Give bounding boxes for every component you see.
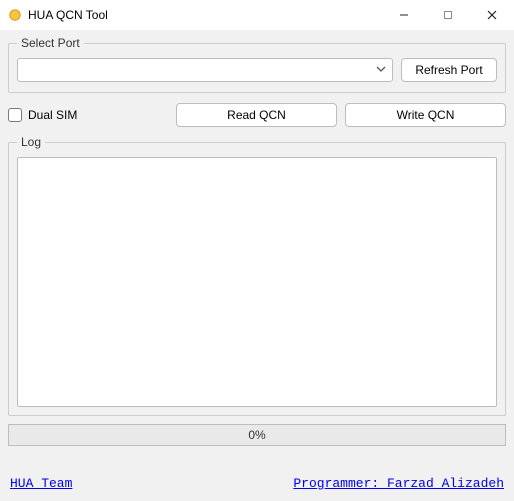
client-area: Select Port Refresh Port Dual SIM Read Q… <box>0 30 514 501</box>
write-qcn-label: Write QCN <box>397 108 455 122</box>
progress-text: 0% <box>248 428 265 442</box>
dual-sim-checkbox[interactable]: Dual SIM <box>8 108 168 122</box>
port-dropdown[interactable] <box>17 58 393 82</box>
footer: HUA Team Programmer: Farzad Alizadeh <box>8 476 506 491</box>
maximize-button[interactable] <box>426 0 470 30</box>
chevron-down-icon <box>376 63 386 77</box>
log-legend: Log <box>17 135 45 149</box>
port-row: Refresh Port <box>17 58 497 82</box>
app-icon <box>8 8 22 22</box>
dual-sim-label: Dual SIM <box>28 108 77 122</box>
programmer-link[interactable]: Programmer: Farzad Alizadeh <box>293 476 504 491</box>
read-qcn-label: Read QCN <box>227 108 286 122</box>
window-controls <box>382 0 514 30</box>
close-button[interactable] <box>470 0 514 30</box>
refresh-port-button[interactable]: Refresh Port <box>401 58 497 82</box>
window-title: HUA QCN Tool <box>28 8 382 22</box>
hua-team-link[interactable]: HUA Team <box>10 476 72 491</box>
actions-row: Dual SIM Read QCN Write QCN <box>8 103 506 127</box>
select-port-group: Select Port Refresh Port <box>8 36 506 93</box>
minimize-button[interactable] <box>382 0 426 30</box>
log-group: Log <box>8 135 506 416</box>
refresh-port-label: Refresh Port <box>415 63 482 77</box>
progress-bar: 0% <box>8 424 506 446</box>
read-qcn-button[interactable]: Read QCN <box>176 103 337 127</box>
log-textarea[interactable] <box>17 157 497 407</box>
write-qcn-button[interactable]: Write QCN <box>345 103 506 127</box>
checkbox-box-icon <box>8 108 22 122</box>
titlebar: HUA QCN Tool <box>0 0 514 30</box>
select-port-legend: Select Port <box>17 36 84 50</box>
